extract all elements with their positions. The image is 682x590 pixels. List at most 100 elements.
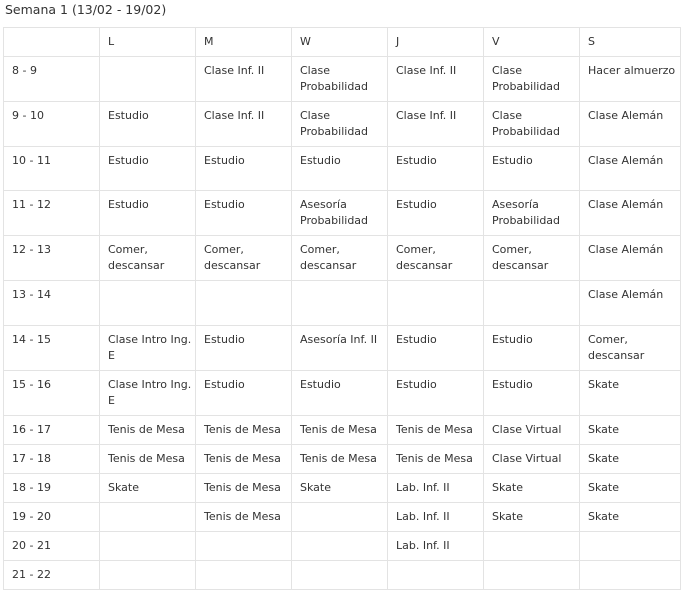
schedule-table: LMWJVS8 - 9 Clase Inf. II Clase Probabilid… [3, 27, 681, 590]
schedule-cell-l [99, 56, 196, 102]
schedule-cell-v: Clase Virtual [483, 444, 580, 474]
time-slot-cell: 11 - 12 [3, 190, 100, 236]
schedule-cell-s: Hacer almuerzo [579, 56, 681, 102]
time-slot-cell: 9 - 10 [3, 101, 100, 147]
time-slot-cell: 16 - 17 [3, 415, 100, 445]
schedule-cell-v [483, 560, 580, 590]
schedule-cell-l [99, 531, 196, 561]
schedule-cell-m: Tenis de Mesa [195, 444, 292, 474]
time-slot-cell: 17 - 18 [3, 444, 100, 474]
schedule-cell-s: Comer, descansar [579, 325, 681, 371]
schedule-cell-l [99, 502, 196, 532]
schedule-cell-m: Comer, descansar [195, 235, 292, 281]
schedule-cell-s [579, 531, 681, 561]
header-cell-time [3, 27, 100, 57]
schedule-cell-m: Clase Inf. II [195, 101, 292, 147]
table-row: 8 - 9 Clase Inf. II Clase Probabilidad Clas… [3, 56, 681, 102]
header-cell-s: S [579, 27, 681, 57]
table-row: 9 - 10 Estudio Clase Inf. II Clase Probabil… [3, 101, 681, 147]
time-slot-cell: 8 - 9 [3, 56, 100, 102]
schedule-cell-j: Tenis de Mesa [387, 444, 484, 474]
table-row: 18 - 19 Skate Tenis de Mesa Skate Lab. Inf. … [3, 473, 681, 503]
schedule-cell-l: Comer, descansar [99, 235, 196, 281]
schedule-cell-j: Estudio [387, 190, 484, 236]
schedule-cell-w: Clase Probabilidad [291, 101, 388, 147]
schedule-cell-v: Clase Probabilidad [483, 101, 580, 147]
schedule-cell-l: Tenis de Mesa [99, 415, 196, 445]
table-row: 21 - 22 [3, 560, 681, 590]
schedule-cell-s: Skate [579, 370, 681, 416]
schedule-cell-s: Skate [579, 502, 681, 532]
schedule-cell-j: Estudio [387, 370, 484, 416]
schedule-cell-l: Clase Intro Ing. E [99, 370, 196, 416]
table-row: 20 - 21 Lab. Inf. II [3, 531, 681, 561]
table-row: 17 - 18 Tenis de Mesa Tenis de Mesa Tenis d… [3, 444, 681, 474]
schedule-cell-w: Clase Probabilidad [291, 56, 388, 102]
schedule-cell-s: Skate [579, 444, 681, 474]
schedule-cell-m: Tenis de Mesa [195, 502, 292, 532]
schedule-cell-s: Clase Alemán [579, 280, 681, 326]
time-slot-cell: 15 - 16 [3, 370, 100, 416]
schedule-cell-l: Tenis de Mesa [99, 444, 196, 474]
schedule-cell-w: Skate [291, 473, 388, 503]
table-row: 13 - 14 Clase Alemán [3, 280, 681, 326]
schedule-cell-m: Estudio [195, 146, 292, 191]
schedule-cell-m: Estudio [195, 325, 292, 371]
table-row: 12 - 13 Comer, descansar Comer, descansar C… [3, 235, 681, 281]
page-title: Semana 1 (13/02 - 19/02) [5, 2, 167, 17]
schedule-cell-v [483, 280, 580, 326]
schedule-cell-j: Tenis de Mesa [387, 415, 484, 445]
schedule-cell-j: Clase Inf. II [387, 101, 484, 147]
table-row: 19 - 20 Tenis de Mesa Lab. Inf. II Skate Ska… [3, 502, 681, 532]
schedule-cell-l: Estudio [99, 146, 196, 191]
schedule-cell-s: Skate [579, 473, 681, 503]
schedule-cell-s [579, 560, 681, 590]
time-slot-cell: 13 - 14 [3, 280, 100, 326]
schedule-cell-j: Estudio [387, 146, 484, 191]
schedule-cell-v: Clase Virtual [483, 415, 580, 445]
schedule-cell-m: Estudio [195, 190, 292, 236]
schedule-cell-s: Clase Alemán [579, 190, 681, 236]
schedule-cell-v: Skate [483, 473, 580, 503]
schedule-cell-l: Estudio [99, 101, 196, 147]
schedule-cell-v: Estudio [483, 325, 580, 371]
schedule-cell-m: Tenis de Mesa [195, 473, 292, 503]
schedule-cell-w: Tenis de Mesa [291, 444, 388, 474]
table-row: 11 - 12 Estudio Estudio Asesoría Probabilid… [3, 190, 681, 236]
table-row: 15 - 16 Clase Intro Ing. E Estudio Estudio E… [3, 370, 681, 416]
time-slot-cell: 20 - 21 [3, 531, 100, 561]
schedule-cell-w: Estudio [291, 146, 388, 191]
header-cell-j: J [387, 27, 484, 57]
schedule-cell-w: Asesoría Inf. II [291, 325, 388, 371]
schedule-cell-j: Lab. Inf. II [387, 531, 484, 561]
schedule-cell-m [195, 560, 292, 590]
schedule-cell-l: Skate [99, 473, 196, 503]
schedule-cell-m: Clase Inf. II [195, 56, 292, 102]
table-row: 10 - 11 Estudio Estudio Estudio Estudio Estud… [3, 146, 681, 191]
schedule-cell-v: Comer, descansar [483, 235, 580, 281]
header-cell-w: W [291, 27, 388, 57]
schedule-cell-s: Skate [579, 415, 681, 445]
schedule-cell-w: Asesoría Probabilidad [291, 190, 388, 236]
header-row: LMWJVS [3, 27, 681, 57]
schedule-cell-l [99, 280, 196, 326]
schedule-cell-s: Clase Alemán [579, 235, 681, 281]
time-slot-cell: 10 - 11 [3, 146, 100, 191]
schedule-cell-v: Skate [483, 502, 580, 532]
header-cell-m: M [195, 27, 292, 57]
schedule-cell-j: Lab. Inf. II [387, 502, 484, 532]
schedule-cell-w: Comer, descansar [291, 235, 388, 281]
time-slot-cell: 14 - 15 [3, 325, 100, 371]
header-cell-l: L [99, 27, 196, 57]
schedule-cell-m: Estudio [195, 370, 292, 416]
table-row: 16 - 17 Tenis de Mesa Tenis de Mesa Tenis d… [3, 415, 681, 445]
schedule-cell-l [99, 560, 196, 590]
schedule-cell-l: Clase Intro Ing. E [99, 325, 196, 371]
schedule-cell-m [195, 280, 292, 326]
schedule-cell-w [291, 280, 388, 326]
schedule-cell-v: Clase Probabilidad [483, 56, 580, 102]
schedule-cell-l: Estudio [99, 190, 196, 236]
schedule-cell-w: Estudio [291, 370, 388, 416]
schedule-cell-j: Comer, descansar [387, 235, 484, 281]
schedule-cell-m: Tenis de Mesa [195, 415, 292, 445]
